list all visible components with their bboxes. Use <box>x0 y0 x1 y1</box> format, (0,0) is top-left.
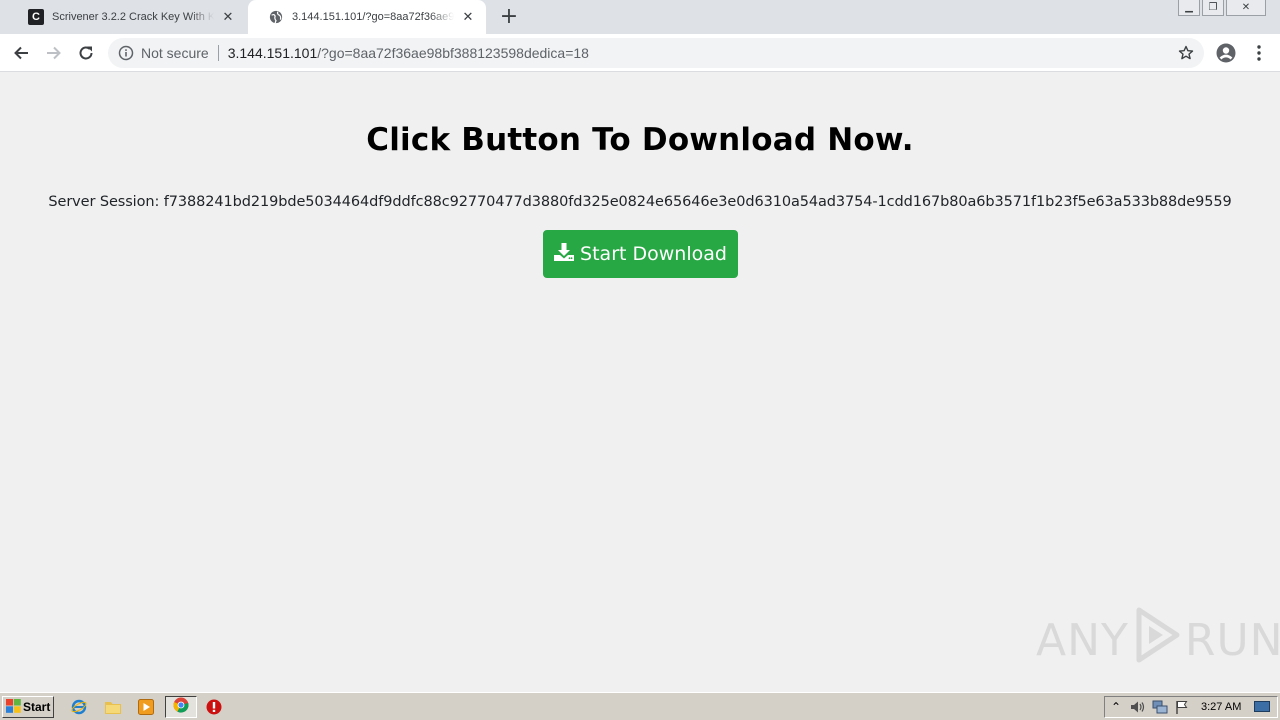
back-arrow-icon[interactable] <box>8 40 34 66</box>
c-logo-icon: C <box>28 9 44 25</box>
watermark-left-text: ANY <box>1036 614 1129 666</box>
bookmark-star-icon[interactable] <box>1178 45 1194 61</box>
page-heading: Click Button To Download Now. <box>366 122 914 158</box>
tab-title: 3.144.151.101/?go=8aa72f36ae98bf38812359… <box>292 11 454 23</box>
window-controls: ▁ ❐ ✕ <box>1178 0 1266 18</box>
reload-icon[interactable] <box>73 40 99 66</box>
url-host: 3.144.151.101 <box>227 45 318 61</box>
watermark-right-text: RUN <box>1184 614 1280 666</box>
url-path: /?go=8aa72f36ae98bf388123598dedica=18 <box>317 45 589 61</box>
media-player-icon[interactable] <box>137 698 155 716</box>
tab-title: Scrivener 3.2.2 Crack Key With Keygen <box>52 11 214 23</box>
start-button[interactable]: Start <box>2 696 54 718</box>
system-tray: ⌃ 3:27 AM <box>1104 696 1278 718</box>
profile-avatar-icon[interactable] <box>1213 40 1239 66</box>
volume-icon[interactable] <box>1127 698 1149 716</box>
close-tab-icon[interactable]: ✕ <box>220 9 236 25</box>
taskbar-chrome-button[interactable] <box>165 696 197 718</box>
start-label: Start <box>23 700 51 714</box>
window-close-icon[interactable]: ✕ <box>1226 0 1266 16</box>
session-label: Server Session: <box>48 194 160 210</box>
internet-explorer-icon[interactable] <box>70 698 88 716</box>
browser-toolbar: Not secure 3.144.151.101/?go=8aa72f36ae9… <box>0 34 1280 72</box>
close-tab-icon[interactable]: ✕ <box>460 9 476 25</box>
address-divider <box>217 45 219 61</box>
play-logo-icon <box>1133 606 1181 675</box>
minimize-icon[interactable]: ▁ <box>1178 0 1200 16</box>
page-content: Click Button To Download Now. Server Ses… <box>0 72 1280 692</box>
start-download-button[interactable]: Start Download <box>543 230 738 278</box>
download-icon <box>554 242 575 266</box>
address-bar[interactable]: Not secure 3.144.151.101/?go=8aa72f36ae9… <box>108 38 1204 68</box>
stop-sign-icon[interactable] <box>205 698 223 716</box>
globe-icon <box>268 9 284 25</box>
security-label[interactable]: Not secure <box>141 45 209 61</box>
info-icon[interactable] <box>118 45 134 61</box>
network-icon[interactable] <box>1149 698 1171 716</box>
file-explorer-icon[interactable] <box>104 698 122 716</box>
windows-logo-icon <box>6 698 21 716</box>
windows-taskbar: Start ⌃ 3:27 AM <box>0 692 1280 720</box>
tab-strip: C Scrivener 3.2.2 Crack Key With Keygen … <box>0 0 1280 34</box>
menu-kebab-icon[interactable] <box>1246 40 1272 66</box>
tab-scrivener[interactable]: C Scrivener 3.2.2 Crack Key With Keygen … <box>8 0 246 34</box>
restore-icon[interactable]: ❐ <box>1202 0 1224 16</box>
anyrun-watermark: ANY RUN <box>1036 606 1280 675</box>
tab-download-page[interactable]: 3.144.151.101/?go=8aa72f36ae98bf38812359… <box>248 0 486 34</box>
server-session: Server Session: f7388241bd219bde5034464d… <box>0 194 1280 210</box>
show-desktop-icon[interactable] <box>1251 698 1273 716</box>
system-clock[interactable]: 3:27 AM <box>1201 701 1241 713</box>
chrome-icon <box>173 697 189 717</box>
action-center-flag-icon[interactable] <box>1171 698 1193 716</box>
show-hidden-icons-icon[interactable]: ⌃ <box>1105 698 1127 716</box>
download-button-label: Start Download <box>580 243 727 265</box>
new-tab-button[interactable]: + <box>498 6 520 28</box>
session-id: f7388241bd219bde5034464df9ddfc88c9277047… <box>163 194 1232 210</box>
forward-arrow-icon[interactable] <box>41 40 67 66</box>
